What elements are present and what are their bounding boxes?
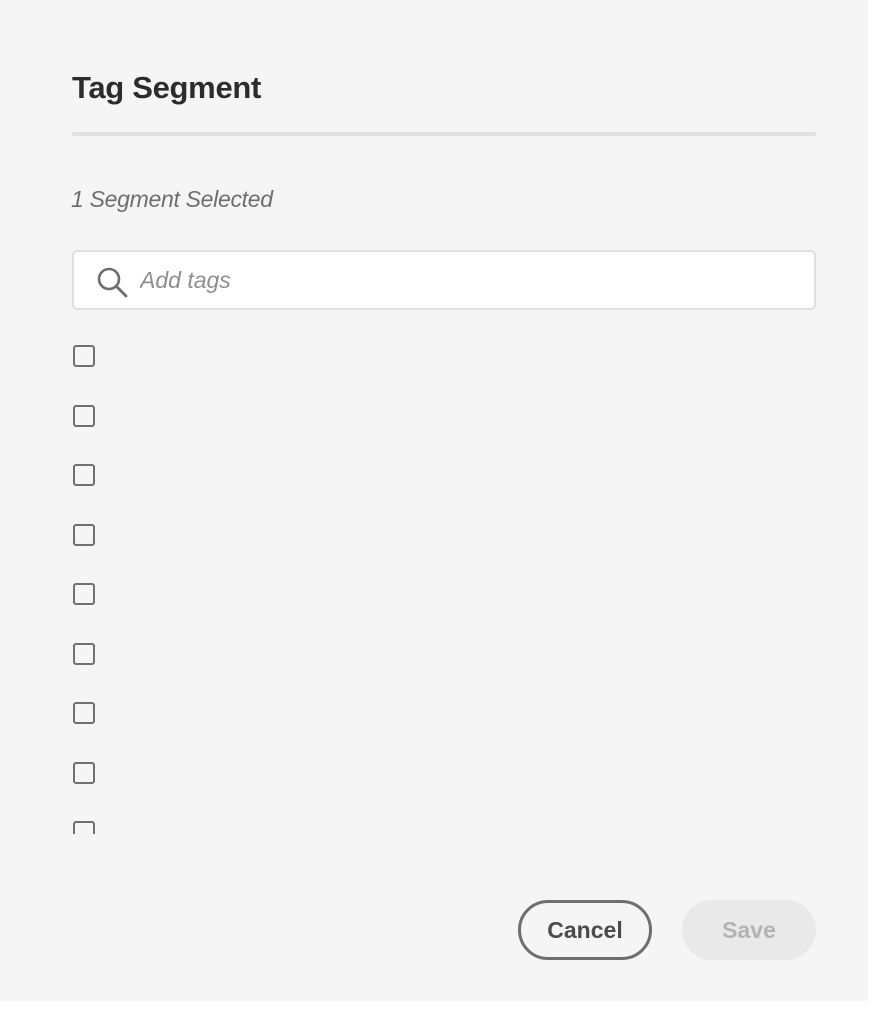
title-divider (72, 132, 816, 136)
tag-list-item[interactable] (72, 761, 816, 791)
tag-list-item[interactable] (72, 582, 816, 612)
tag-checkbox[interactable] (73, 583, 95, 605)
save-button[interactable]: Save (682, 900, 816, 960)
tag-list-item[interactable] (72, 404, 816, 434)
tag-checkbox[interactable] (73, 821, 95, 834)
tag-list-item[interactable] (72, 463, 816, 493)
tag-checkbox[interactable] (73, 523, 95, 546)
tag-search-field[interactable] (72, 250, 816, 310)
tag-list[interactable] (72, 344, 816, 834)
search-input[interactable] (140, 252, 800, 308)
selected-count-text: 1 Segment Selected (71, 186, 273, 212)
tag-checkbox[interactable] (73, 642, 95, 665)
tag-checkbox[interactable] (73, 761, 95, 784)
search-icon (96, 266, 130, 298)
tag-list-item[interactable] (72, 344, 816, 374)
dialog-title: Tag Segment (72, 70, 262, 105)
tag-list-item[interactable] (72, 523, 816, 553)
tag-checkbox[interactable] (73, 345, 95, 367)
tag-segment-dialog: Tag Segment 1 Segment Selected Cancel Sa… (0, 0, 868, 1001)
tag-list-item[interactable] (72, 820, 816, 834)
tag-checkbox[interactable] (73, 464, 95, 486)
tag-list-item[interactable] (72, 642, 816, 672)
cancel-button[interactable]: Cancel (518, 900, 652, 960)
tag-checkbox[interactable] (73, 702, 95, 724)
tag-checkbox[interactable] (73, 404, 95, 427)
tag-list-item[interactable] (72, 701, 816, 731)
